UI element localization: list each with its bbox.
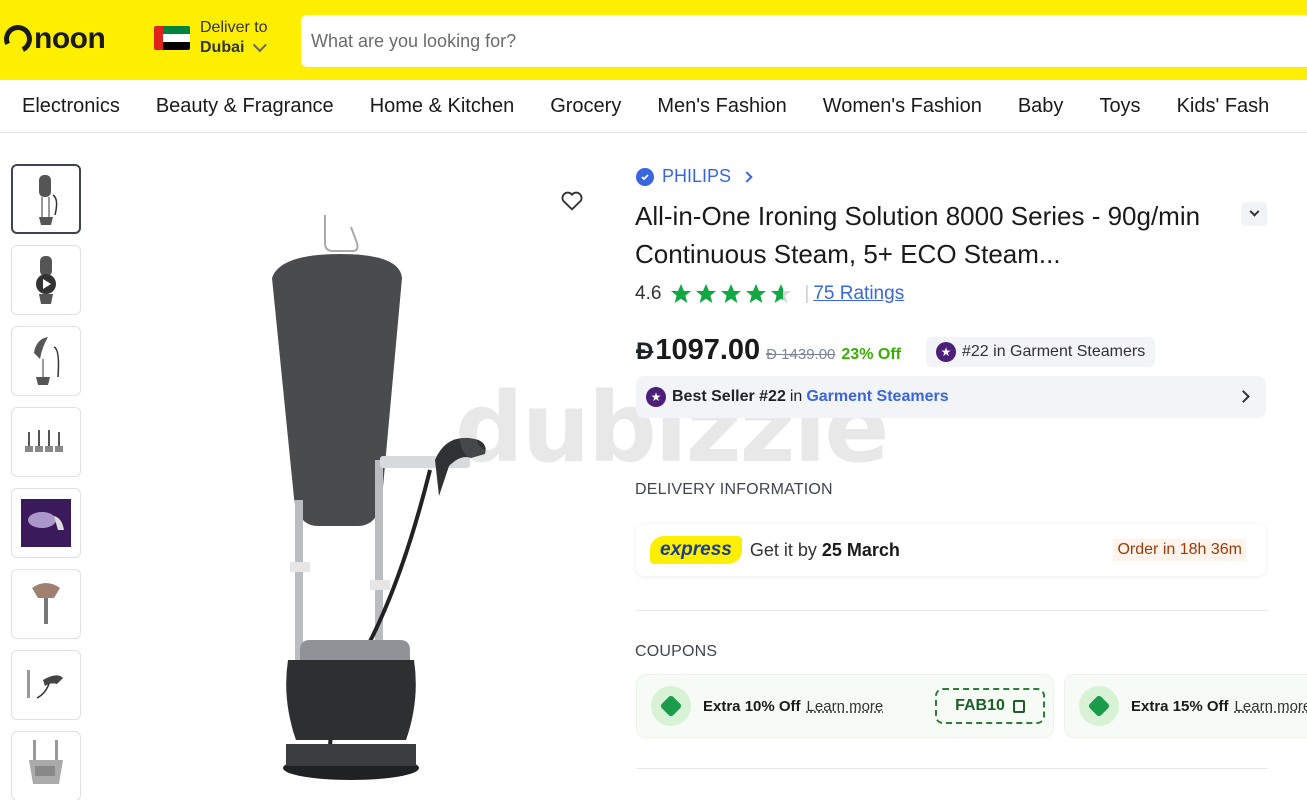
rating-row: 4.6 | 75 Ratings xyxy=(635,282,905,306)
star-icon xyxy=(746,284,767,303)
discount-percent: 23% Off xyxy=(841,346,901,363)
bestseller-label: Best Seller #22 xyxy=(672,388,786,405)
thumbnail-list xyxy=(11,164,83,800)
search-input[interactable] xyxy=(311,30,1307,52)
nav-item-electronics[interactable]: Electronics xyxy=(22,95,120,118)
bestseller-banner[interactable]: ★ Best Seller #22 in Garment Steamers xyxy=(636,376,1266,418)
bestseller-in: in xyxy=(789,388,803,405)
product-title: All-in-One Ironing Solution 8000 Series … xyxy=(635,201,1201,269)
learn-more-link[interactable]: Learn more xyxy=(807,698,884,715)
get-it-by-text: Get it by xyxy=(749,539,817,560)
coupon-tag-icon xyxy=(651,686,691,726)
thumbnail-steamer-handheld[interactable] xyxy=(11,650,81,720)
nav-item-toys[interactable]: Toys xyxy=(1099,95,1140,118)
learn-more-link[interactable]: Learn more xyxy=(1235,698,1307,715)
deliver-label: Deliver to xyxy=(200,19,268,36)
ratings-link[interactable]: 75 Ratings xyxy=(813,283,904,305)
nav-item-baby[interactable]: Baby xyxy=(1018,95,1064,118)
logo-ring-icon xyxy=(0,21,36,57)
order-countdown: Order in 18h 36m xyxy=(1113,539,1246,561)
rank-badge[interactable]: ★ #22 in Garment Steamers xyxy=(926,337,1156,367)
thumbnail-attachments[interactable] xyxy=(11,407,81,477)
brand-link[interactable]: PHILIPS xyxy=(636,166,753,187)
nav-item-womens-fashion[interactable]: Women's Fashion xyxy=(823,95,982,118)
main-product-image[interactable] xyxy=(110,160,600,800)
thumbnail-video[interactable] xyxy=(11,245,81,315)
current-price: 1097.00 xyxy=(655,334,761,366)
deliver-city: Dubai xyxy=(200,39,245,56)
express-badge: express xyxy=(650,536,742,564)
chevron-down-icon xyxy=(1249,206,1259,217)
thumbnail-steamer-head[interactable] xyxy=(11,569,81,639)
star-icon xyxy=(721,284,742,303)
nav-item-beauty[interactable]: Beauty & Fragrance xyxy=(156,95,334,118)
category-nav: Electronics Beauty & Fragrance Home & Ki… xyxy=(0,80,1307,133)
coupon-card[interactable]: Extra 15% Off Learn more xyxy=(1064,674,1307,738)
nav-item-kids-fashion[interactable]: Kids' Fash xyxy=(1177,95,1270,118)
copy-icon xyxy=(1012,699,1025,713)
half-star-icon xyxy=(771,284,792,303)
wishlist-heart-icon[interactable] xyxy=(558,186,586,214)
delivery-section-title: DELIVERY INFORMATION xyxy=(635,481,833,498)
rating-score: 4.6 xyxy=(635,283,662,304)
coupons-section-title: COUPONS xyxy=(635,643,718,660)
top-header: noon Deliver to Dubai xyxy=(0,0,1307,80)
rating-stars xyxy=(669,282,794,306)
search-bar[interactable] xyxy=(301,15,1307,67)
coupon-code: FAB10 xyxy=(955,697,1005,714)
price-row: Đ 1097.00 Đ 1439.00 23% Off xyxy=(636,334,901,367)
coupon-code-button[interactable]: FAB10 xyxy=(935,688,1045,724)
thumbnail-steamer-front[interactable] xyxy=(11,164,81,234)
section-divider xyxy=(636,610,1268,611)
medal-icon: ★ xyxy=(936,342,956,362)
coupon-text: Extra 10% Off xyxy=(703,697,801,715)
verified-badge-icon xyxy=(636,167,654,186)
logo-text: noon xyxy=(34,22,106,55)
section-divider xyxy=(636,768,1268,769)
chevron-right-icon xyxy=(1237,390,1250,403)
star-icon xyxy=(696,284,717,303)
coupon-text: Extra 15% Off xyxy=(1131,697,1229,715)
deliver-to-selector[interactable]: Deliver to Dubai xyxy=(154,18,268,58)
coupon-card[interactable]: Extra 10% Off Learn more FAB10 xyxy=(636,674,1054,738)
old-price: Đ 1439.00 xyxy=(766,346,836,363)
currency-symbol: Đ xyxy=(636,338,654,365)
delivery-date: 25 March xyxy=(821,539,900,560)
expand-title-button[interactable] xyxy=(1241,202,1267,226)
thumbnail-steamer-base[interactable] xyxy=(11,731,81,800)
nav-item-mens-fashion[interactable]: Men's Fashion xyxy=(657,95,786,118)
chevron-right-icon xyxy=(741,170,753,183)
nav-item-grocery[interactable]: Grocery xyxy=(550,95,621,118)
noon-logo[interactable]: noon xyxy=(0,21,106,57)
medal-icon: ★ xyxy=(646,387,666,407)
brand-name: PHILIPS xyxy=(662,166,732,186)
delivery-estimate: Get it by 25 March xyxy=(750,540,900,561)
chevron-down-icon xyxy=(253,38,268,53)
rank-text: #22 in Garment Steamers xyxy=(962,343,1146,360)
star-icon xyxy=(671,284,692,303)
uae-flag-icon xyxy=(154,26,190,50)
thumbnail-steam-purple[interactable] xyxy=(11,488,81,558)
delivery-card: express Get it by 25 March Order in 18h … xyxy=(636,524,1266,576)
thumbnail-steamer-board[interactable] xyxy=(11,326,81,396)
nav-item-home-kitchen[interactable]: Home & Kitchen xyxy=(370,95,515,118)
coupon-tag-icon xyxy=(1079,686,1119,726)
bestseller-category-link[interactable]: Garment Steamers xyxy=(806,388,948,406)
